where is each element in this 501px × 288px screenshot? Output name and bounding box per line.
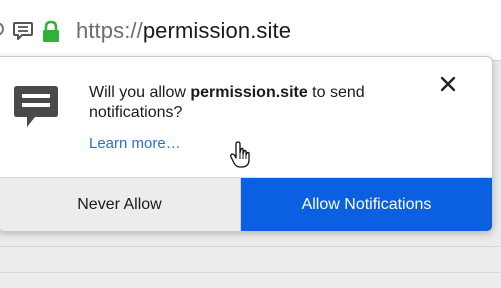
permission-message: Will you allow permission.site to send n… [89,83,419,123]
learn-more-link[interactable]: Learn more… [89,135,181,152]
popup-button-row: Never Allow Allow Notifications [0,177,492,231]
notification-icon [14,86,58,127]
url-text[interactable]: https://permission.site [76,18,291,44]
browser-window: https://permission.site Will you allow p… [0,0,501,288]
address-bar[interactable]: https://permission.site [0,0,501,61]
page-divider [0,272,501,273]
allow-notifications-button[interactable]: Allow Notifications [241,178,492,231]
message-prefix: Will you allow [89,84,191,101]
hand-pointer-icon [230,141,250,168]
page-divider [0,246,501,247]
notification-permission-popup: Will you allow permission.site to send n… [0,56,493,232]
close-icon[interactable] [437,73,459,95]
popup-arrow [9,57,32,68]
message-site: permission.site [190,84,308,101]
info-icon[interactable] [0,22,4,36]
notification-icon[interactable] [12,20,34,42]
url-scheme: https:// [76,18,143,43]
never-allow-button[interactable]: Never Allow [0,178,241,231]
lock-icon[interactable] [40,20,62,44]
url-host: permission.site [142,18,292,43]
